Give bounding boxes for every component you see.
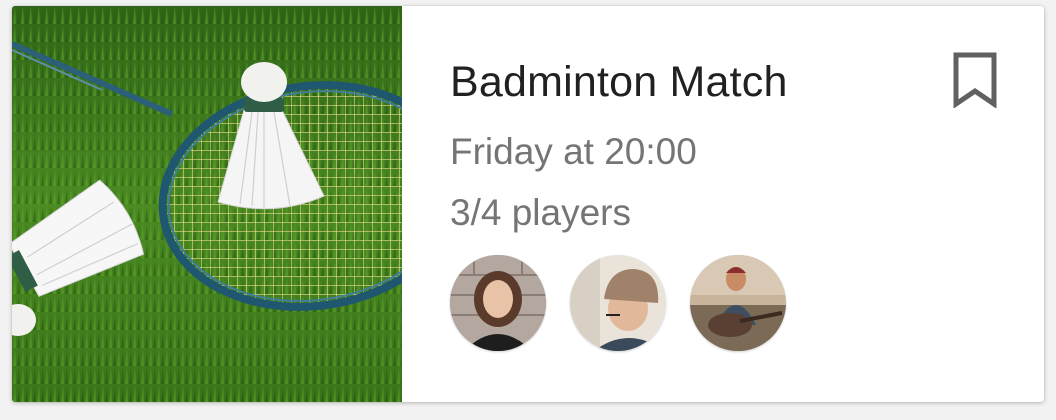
event-title: Badminton Match [450, 58, 788, 106]
avatar-player-2[interactable] [570, 255, 666, 351]
player-count: 3/4 players [450, 192, 631, 233]
bookmark-button[interactable] [952, 52, 998, 109]
player-avatars [450, 255, 786, 351]
bookmark-icon [953, 52, 997, 109]
event-card[interactable]: Badminton Match Friday at 20:00 3/4 play… [12, 6, 1044, 402]
avatar-player-3[interactable] [690, 255, 786, 351]
event-image [12, 6, 402, 402]
event-time: Friday at 20:00 [450, 131, 697, 172]
avatar-player-1[interactable] [450, 255, 546, 351]
